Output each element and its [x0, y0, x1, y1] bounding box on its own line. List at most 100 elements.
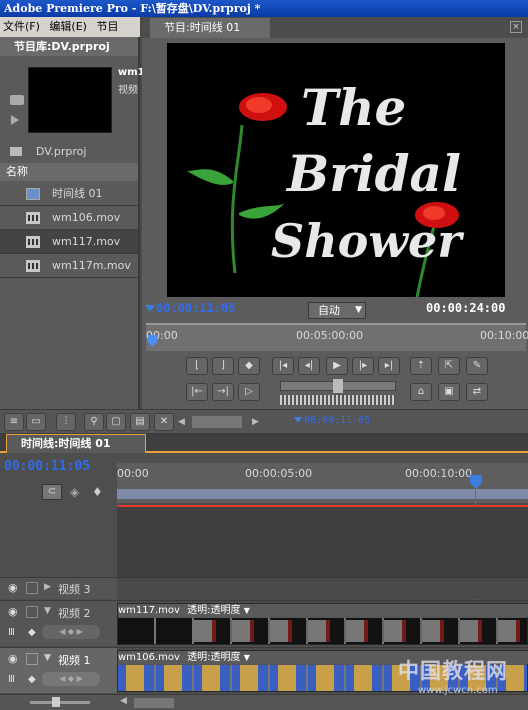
list-item[interactable]: wm106.mov [0, 206, 138, 230]
timeline-ruler[interactable]: 00:00 00:00:05:00 00:00:10:00 [117, 463, 528, 503]
display-style-icon[interactable]: Ⅲ [8, 674, 15, 685]
play-in-to-out-button[interactable]: ▷ [238, 383, 260, 401]
monitor-playhead[interactable] [148, 335, 157, 347]
keyframe-nav[interactable]: ◀ ◆ ▶ [42, 625, 100, 639]
goto-next-edit-button[interactable]: →| [212, 383, 234, 401]
list-view-icon[interactable]: ≡ [4, 413, 24, 431]
video-text-line3: Shower [271, 214, 465, 268]
new-bin-icon[interactable]: ▢ [106, 413, 126, 431]
chevron-down-icon: ▼ [355, 305, 362, 315]
clip-wm117[interactable]: wm117.mov 透明:透明度 ▼ [117, 603, 528, 645]
keyframe-toggle-icon[interactable]: ◆ [28, 674, 36, 685]
keyframe-icon[interactable]: ◈ [70, 485, 79, 499]
list-item[interactable]: wm117m.mov [0, 254, 138, 278]
zoom-select[interactable]: 自动 ▼ [308, 302, 366, 319]
list-item-label: 时间线 01 [52, 187, 103, 200]
step-back-button[interactable]: ◂| [298, 357, 320, 375]
lock-box[interactable] [26, 582, 38, 594]
video-text-line1: The [301, 78, 406, 137]
set-in-button[interactable]: ⌊ [186, 357, 208, 375]
film-icon [26, 236, 40, 248]
column-header-name[interactable]: 名称 [0, 163, 138, 181]
goto-prev-edit-button[interactable]: |← [186, 383, 208, 401]
list-item-label: wm117.mov [52, 235, 121, 248]
automate-icon[interactable]: ⫶ [56, 413, 76, 431]
scroll-left-icon[interactable]: ◀ [178, 414, 190, 430]
menu-file[interactable]: 文件(F) [3, 20, 40, 33]
track-header-video2: ◉ ▼ 视频 2 Ⅲ ◆ ◀ ◆ ▶ [0, 600, 117, 646]
safe-margins-button[interactable]: ▣ [438, 383, 460, 401]
display-style-icon[interactable]: Ⅲ [8, 627, 15, 638]
window-title: Adobe Premiere Pro - F:\暂存盘\DV.prproj * [0, 0, 528, 17]
keyframe-toggle-icon[interactable]: ◆ [28, 627, 36, 638]
play-preview-icon[interactable] [11, 115, 19, 125]
scroll-right-icon[interactable]: ▶ [252, 414, 264, 430]
track-label: 视频 3 [58, 583, 91, 596]
export-frame-button[interactable]: ⌂ [410, 383, 432, 401]
keyframe-nav[interactable]: ◀ ◆ ▶ [42, 672, 100, 686]
step-forward-button[interactable]: |▸ [352, 357, 374, 375]
track-area-video3[interactable] [117, 577, 528, 599]
track-area-video2[interactable]: wm117.mov 透明:透明度 ▼ [117, 600, 528, 646]
ruler-label: 00:00:05:00 [245, 467, 313, 480]
goto-out-button[interactable]: ▸| [378, 357, 400, 375]
set-out-button[interactable]: ⌋ [212, 357, 234, 375]
monitor-ruler[interactable]: 00:00 00:05:00:00 00:10:00 [146, 323, 528, 351]
monitor-tabbar: 节目:时间线 01 × [142, 17, 528, 38]
track-header-video1: ◉ ▼ 视频 1 Ⅲ ◆ ◀ ◆ ▶ [0, 647, 117, 693]
playhead-marker-icon [145, 305, 155, 312]
timeline-tab[interactable]: 时间线:时间线 01 [6, 434, 146, 453]
clip-effect: 透明:透明度 [187, 652, 241, 663]
lift-button[interactable]: ⇡ [410, 357, 432, 375]
trim-button[interactable]: ✎ [466, 357, 488, 375]
zoom-slider[interactable] [30, 697, 90, 707]
extract-button[interactable]: ⇱ [438, 357, 460, 375]
work-area-bar[interactable] [117, 489, 528, 499]
clip-name: wm117.mov [118, 605, 180, 616]
ruler-label: 00:10:00 [480, 329, 528, 342]
set-marker-button[interactable]: ◆ [238, 357, 260, 375]
expand-icon[interactable]: ▶ [44, 582, 51, 592]
snap-icon[interactable]: ⊂ [42, 484, 62, 500]
chevron-down-icon: ▼ [243, 653, 250, 662]
play-button[interactable]: ▶ [326, 357, 348, 375]
menu-project[interactable]: 节目 [96, 20, 118, 33]
eye-icon[interactable]: ◉ [8, 605, 18, 618]
project-tab[interactable]: 节目库:DV.prproj [0, 37, 138, 56]
find-icon[interactable]: ⚲ [84, 413, 104, 431]
empty-track-area [117, 507, 528, 577]
preview-name: wm1 [118, 67, 145, 78]
goto-in-button[interactable]: |◂ [272, 357, 294, 375]
timeline-current-time[interactable]: 00:00:11:05 [4, 459, 90, 474]
shuttle-slider[interactable] [280, 379, 396, 393]
monitor-current-time[interactable]: 00:00:11:05 [156, 301, 235, 315]
list-item-label: wm106.mov [52, 211, 121, 224]
ruler-label: 00:00 [117, 467, 149, 480]
close-icon[interactable]: × [510, 21, 522, 33]
eye-icon[interactable]: ◉ [8, 581, 18, 594]
project-file-label: DV.prproj [36, 145, 87, 158]
jog-wheel[interactable] [280, 395, 396, 405]
project-scrollbar[interactable] [192, 416, 242, 428]
zoom-value: 自动 [318, 304, 340, 317]
output-button[interactable]: ⇄ [466, 383, 488, 401]
collapse-icon[interactable]: ▼ [44, 653, 51, 663]
marker-icon[interactable]: ♦ [92, 485, 103, 499]
lock-box[interactable] [26, 653, 38, 665]
scroll-left-icon[interactable]: ◀ [120, 696, 127, 706]
menu-edit[interactable]: 编辑(E) [49, 20, 87, 33]
new-item-icon[interactable]: ▤ [130, 413, 150, 431]
program-tab[interactable]: 节目:时间线 01 [150, 18, 270, 38]
program-monitor: 节目:时间线 01 × The Bridal Shower 00:00:11:0… [142, 17, 528, 409]
list-item[interactable]: 时间线 01 [0, 182, 138, 206]
timeline-scrollbar[interactable] [134, 698, 174, 708]
eye-icon[interactable]: ◉ [8, 652, 18, 665]
lock-box[interactable] [26, 606, 38, 618]
timeline-panel: 时间线:时间线 01 00:00:11:05 ⊂ ◈ ♦ 00:00 00:00… [0, 433, 528, 710]
project-list: 时间线 01 wm106.mov wm117.mov wm117m.mov [0, 182, 138, 282]
poster-frame-icon[interactable] [10, 95, 24, 105]
icon-view-icon[interactable]: ▭ [26, 413, 46, 431]
list-item[interactable]: wm117.mov [0, 230, 138, 254]
delete-icon[interactable]: ✕ [154, 413, 174, 431]
collapse-icon[interactable]: ▼ [44, 606, 51, 616]
